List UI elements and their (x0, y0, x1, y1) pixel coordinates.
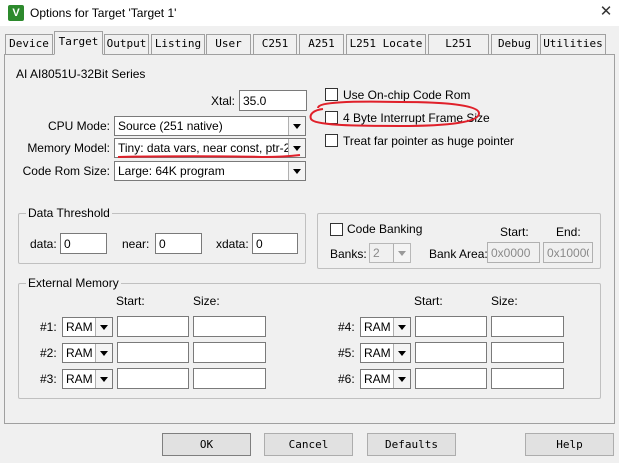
tab-user[interactable]: User (206, 34, 251, 54)
cpu-mode-value: Source (251 native) (118, 119, 223, 133)
ok-button[interactable]: OK (162, 433, 251, 456)
chevron-down-icon[interactable] (393, 370, 410, 388)
external-memory-title: External Memory (26, 276, 121, 290)
ext-row-3-label: #3: (40, 372, 57, 386)
ext-row-4-type: RAM (364, 320, 391, 334)
banks-value: 2 (373, 246, 380, 260)
chevron-down-icon[interactable] (393, 344, 410, 362)
ext-row-5-label: #5: (338, 346, 355, 360)
ext-row-6-type: RAM (364, 372, 391, 386)
ext-row-2-label: #2: (40, 346, 57, 360)
xtal-input[interactable] (239, 90, 307, 111)
cpu-mode-label: CPU Mode: (47, 119, 110, 133)
tab-debug[interactable]: Debug (491, 34, 538, 54)
tab-device[interactable]: Device (5, 34, 53, 54)
ext-row-1-type: RAM (66, 320, 93, 334)
ext-row-4-size-input[interactable] (491, 316, 564, 337)
ext-row-4-type-select[interactable]: RAM (360, 317, 411, 337)
four-byte-interrupt-checkbox[interactable] (325, 111, 338, 124)
tab-l251-misc[interactable]: L251 Misc (428, 34, 489, 68)
cpu-mode-select[interactable]: Source (251 native) (114, 116, 306, 136)
ext-row-3-type: RAM (66, 372, 93, 386)
chevron-down-icon[interactable] (95, 370, 112, 388)
defaults-button[interactable]: Defaults (367, 433, 456, 456)
banks-label: Banks: (330, 247, 367, 261)
tab-c251[interactable]: C251 (253, 34, 297, 54)
ext-row-1-start-input[interactable] (117, 316, 189, 337)
cancel-button[interactable]: Cancel (264, 433, 353, 456)
chevron-down-icon[interactable] (95, 344, 112, 362)
chevron-down-icon[interactable] (95, 318, 112, 336)
ext-size-label-right: Size: (491, 294, 518, 308)
ext-row-1-size-input[interactable] (193, 316, 266, 337)
ext-row-6-type-select[interactable]: RAM (360, 369, 411, 389)
treat-far-pointer-label: Treat far pointer as huge pointer (343, 134, 514, 148)
ext-start-label-right: Start: (414, 294, 443, 308)
ext-start-label-left: Start: (116, 294, 145, 308)
memory-model-label: Memory Model: (27, 141, 110, 155)
tab-l251-locate[interactable]: L251 Locate (346, 34, 426, 54)
use-onchip-code-rom-checkbox[interactable] (325, 88, 338, 101)
chevron-down-icon[interactable] (288, 162, 305, 180)
xtal-label: Xtal: (210, 94, 235, 108)
near-input[interactable] (155, 233, 202, 254)
tab-a251[interactable]: A251 (299, 34, 344, 54)
code-rom-size-label: Code Rom Size: (22, 164, 110, 178)
ext-row-4-label: #4: (338, 320, 355, 334)
bank-area-label: Bank Area: (429, 247, 488, 261)
data-label: data: (30, 237, 57, 251)
ext-row-2-start-input[interactable] (117, 342, 189, 363)
use-onchip-code-rom-label: Use On-chip Code Rom (343, 88, 471, 102)
chevron-down-icon[interactable] (393, 318, 410, 336)
ext-row-1-label: #1: (40, 320, 57, 334)
bank-end-label: End: (556, 225, 581, 239)
code-rom-size-select[interactable]: Large: 64K program (114, 161, 306, 181)
ext-row-3-size-input[interactable] (193, 368, 266, 389)
ext-row-5-size-input[interactable] (491, 342, 564, 363)
chevron-down-icon[interactable] (288, 139, 305, 157)
app-icon: V (8, 5, 24, 21)
ext-row-3-start-input[interactable] (117, 368, 189, 389)
xdata-input[interactable] (252, 233, 298, 254)
memory-model-value: Tiny: data vars, near const, ptr-2 (118, 141, 291, 155)
tab-listing[interactable]: Listing (151, 34, 205, 54)
treat-far-pointer-checkbox[interactable] (325, 134, 338, 147)
tab-utilities[interactable]: Utilities (540, 34, 606, 54)
ext-row-6-size-input[interactable] (491, 368, 564, 389)
tab-output[interactable]: Output (104, 34, 149, 54)
chevron-down-icon[interactable] (393, 244, 410, 262)
bank-start-input[interactable] (487, 242, 540, 263)
code-banking-title: Code Banking (347, 222, 423, 236)
ext-row-5-type-select[interactable]: RAM (360, 343, 411, 363)
xdata-label: xdata: (216, 237, 249, 251)
bank-end-input[interactable] (543, 242, 593, 263)
data-input[interactable] (60, 233, 107, 254)
ext-row-1-type-select[interactable]: RAM (62, 317, 113, 337)
data-threshold-title: Data Threshold (26, 206, 112, 220)
memory-model-select[interactable]: Tiny: data vars, near const, ptr-2 (114, 138, 306, 158)
window-title: Options for Target 'Target 1' (30, 6, 177, 20)
help-button[interactable]: Help (525, 433, 614, 456)
banks-select[interactable]: 2 (369, 243, 411, 263)
code-banking-checkbox[interactable] (330, 223, 343, 236)
ext-row-4-start-input[interactable] (415, 316, 487, 337)
near-label: near: (122, 237, 150, 251)
ext-row-5-type: RAM (364, 346, 391, 360)
ext-row-3-type-select[interactable]: RAM (62, 369, 113, 389)
four-byte-interrupt-label: 4 Byte Interrupt Frame Size (343, 111, 490, 125)
close-icon[interactable]: ✕ (596, 2, 616, 22)
tab-target[interactable]: Target (54, 31, 103, 55)
ext-row-6-start-input[interactable] (415, 368, 487, 389)
ext-row-5-start-input[interactable] (415, 342, 487, 363)
code-rom-size-value: Large: 64K program (118, 164, 225, 178)
ext-row-2-type: RAM (66, 346, 93, 360)
chevron-down-icon[interactable] (288, 117, 305, 135)
bank-start-label: Start: (500, 225, 529, 239)
ext-row-2-type-select[interactable]: RAM (62, 343, 113, 363)
ext-row-6-label: #6: (338, 372, 355, 386)
ext-row-2-size-input[interactable] (193, 342, 266, 363)
ext-size-label-left: Size: (193, 294, 220, 308)
device-name: AI AI8051U-32Bit Series (16, 67, 146, 81)
